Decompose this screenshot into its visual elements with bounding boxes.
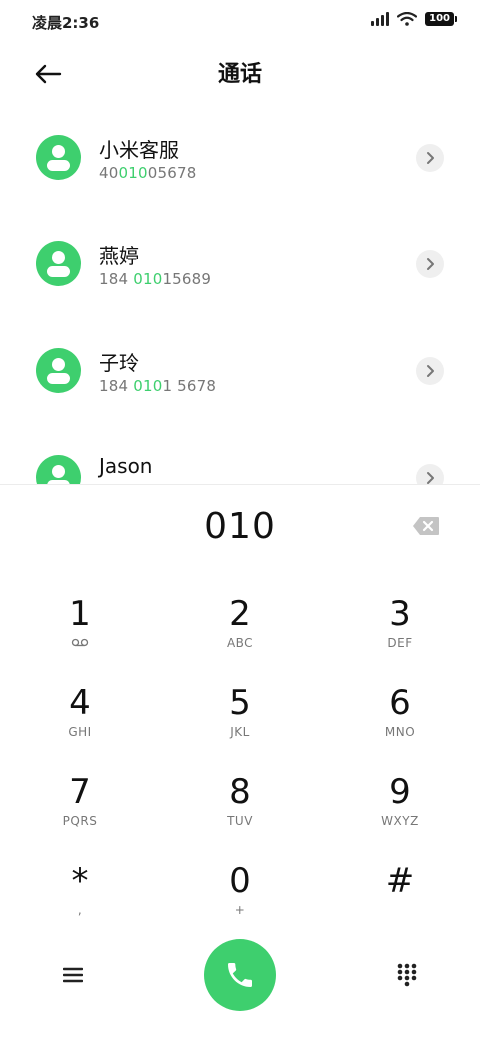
key-5[interactable]: 5 JKL <box>160 661 320 750</box>
chevron-right-icon <box>427 472 434 484</box>
backspace-icon <box>413 517 439 535</box>
chevron-right-icon <box>427 258 434 270</box>
voicemail-icon <box>0 636 160 650</box>
contact-detail-button[interactable] <box>416 357 444 385</box>
contact-name: 子玲 <box>99 351 139 375</box>
key-0[interactable]: 0 + <box>160 839 320 928</box>
status-bar: 凌晨2:36 100 <box>0 0 480 44</box>
call-button[interactable] <box>204 939 276 1011</box>
contact-row[interactable]: 小米客服 4001005678 <box>0 104 480 210</box>
status-time: 凌晨2:36 <box>32 14 100 32</box>
contact-name: Jason <box>99 454 153 478</box>
contact-row[interactable]: 燕婷 184 01015689 <box>0 210 480 316</box>
key-4[interactable]: 4 GHI <box>0 661 160 750</box>
contact-number: 184 0101 5678 <box>99 377 217 395</box>
page-title: 通话 <box>217 62 262 87</box>
backspace-button[interactable] <box>412 516 444 538</box>
contact-row[interactable]: 子玲 184 0101 5678 <box>0 317 480 423</box>
avatar-icon <box>36 348 81 393</box>
wifi-icon <box>397 12 418 26</box>
battery-icon: 100 <box>425 12 457 26</box>
key-hash[interactable]: # <box>320 839 480 928</box>
dialed-number[interactable]: 010 <box>0 506 480 547</box>
status-icons: 100 <box>371 12 457 26</box>
menu-button[interactable] <box>58 960 88 990</box>
key-2[interactable]: 2 ABC <box>160 572 320 661</box>
signal-icon <box>371 12 390 26</box>
contact-detail-button[interactable] <box>416 144 444 172</box>
key-7[interactable]: 7 PQRS <box>0 750 160 839</box>
contact-number: 4001005678 <box>99 164 197 182</box>
key-8[interactable]: 8 TUV <box>160 750 320 839</box>
contact-name: 燕婷 <box>99 244 139 268</box>
dial-input-area: 010 <box>0 486 480 572</box>
contact-detail-button[interactable] <box>416 250 444 278</box>
dialpad-icon <box>397 963 417 987</box>
avatar-icon <box>36 455 81 485</box>
avatar-icon <box>36 135 81 180</box>
contact-name: 小米客服 <box>99 138 179 162</box>
chevron-right-icon <box>427 365 434 377</box>
key-star[interactable]: * , <box>0 839 160 928</box>
contact-list[interactable]: 小米客服 4001005678 燕婷 184 01015689 子玲 184 0… <box>0 104 480 485</box>
bottom-actions <box>0 930 480 1020</box>
key-9[interactable]: 9 WXYZ <box>320 750 480 839</box>
key-3[interactable]: 3 DEF <box>320 572 480 661</box>
divider <box>0 484 480 485</box>
contact-number: 184 01015689 <box>99 270 212 288</box>
chevron-right-icon <box>427 152 434 164</box>
contact-detail-button[interactable] <box>416 464 444 485</box>
contact-row[interactable]: Jason <box>0 424 480 485</box>
menu-icon <box>63 967 83 983</box>
avatar-icon <box>36 241 81 286</box>
key-6[interactable]: 6 MNO <box>320 661 480 750</box>
key-1[interactable]: 1 <box>0 572 160 661</box>
header: 通话 <box>0 44 480 100</box>
dialpad-toggle-button[interactable] <box>392 960 422 990</box>
phone-icon <box>228 963 252 987</box>
